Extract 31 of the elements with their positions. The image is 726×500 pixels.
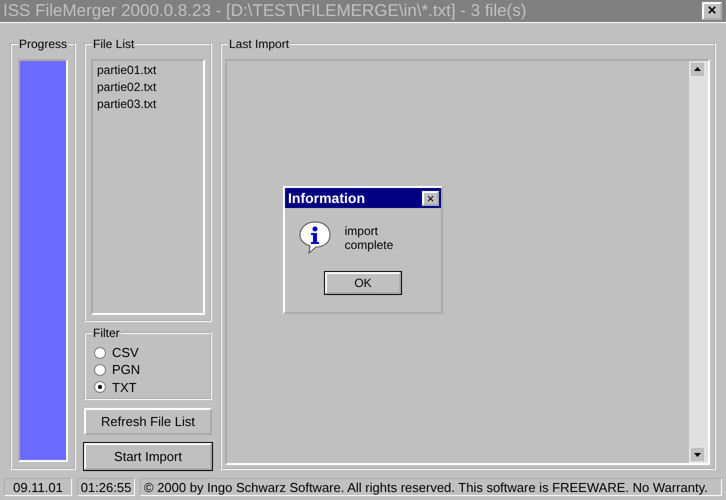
file-list-item[interactable]: partie02.txt [95,79,201,96]
radio-button[interactable] [94,364,106,376]
radio-option[interactable]: TXT [94,378,202,396]
file-list-item[interactable]: partie03.txt [95,96,201,113]
close-button[interactable]: × [422,190,439,206]
push-button[interactable]: Start Import [84,443,212,470]
file-list-item[interactable]: partie01.txt [95,62,201,79]
group-label: Last Import [228,37,290,51]
status-text: © 2000 by Ingo Schwarz Software. All rights reserved. This software is FREEWARE. No Warranty. [140,478,722,496]
dialog-message: import complete [344,223,394,252]
group-label: File List [92,37,136,51]
radio-label: CSV [112,345,139,360]
status-date: 09.11.01 [4,478,72,496]
close-button[interactable]: × [702,2,722,20]
dialog-title: Information [288,190,365,206]
radio-label: TXT [112,380,137,395]
information-icon [299,220,331,254]
scroll-down-icon[interactable] [690,447,705,462]
status-time: 01:26:55 [77,478,135,496]
group-label: Filter [92,326,121,340]
radio-option[interactable]: PGN [94,361,202,379]
group-label: Progress [18,37,68,51]
radio-option[interactable]: CSV [94,344,202,362]
radio-button[interactable] [94,346,106,359]
ok-button[interactable]: OK [325,272,401,294]
vertical-scrollbar[interactable] [689,61,708,463]
radio-label: PGN [112,362,140,378]
window-title: ISS FileMerger 2000.0.8.23 - [D:\TEST\FILEMERGE\in\*.txt] - 3 file(s) [3,1,526,21]
scroll-up-icon[interactable] [690,62,705,77]
push-button[interactable]: Refresh File List [84,408,212,435]
radio-button[interactable] [94,381,106,394]
